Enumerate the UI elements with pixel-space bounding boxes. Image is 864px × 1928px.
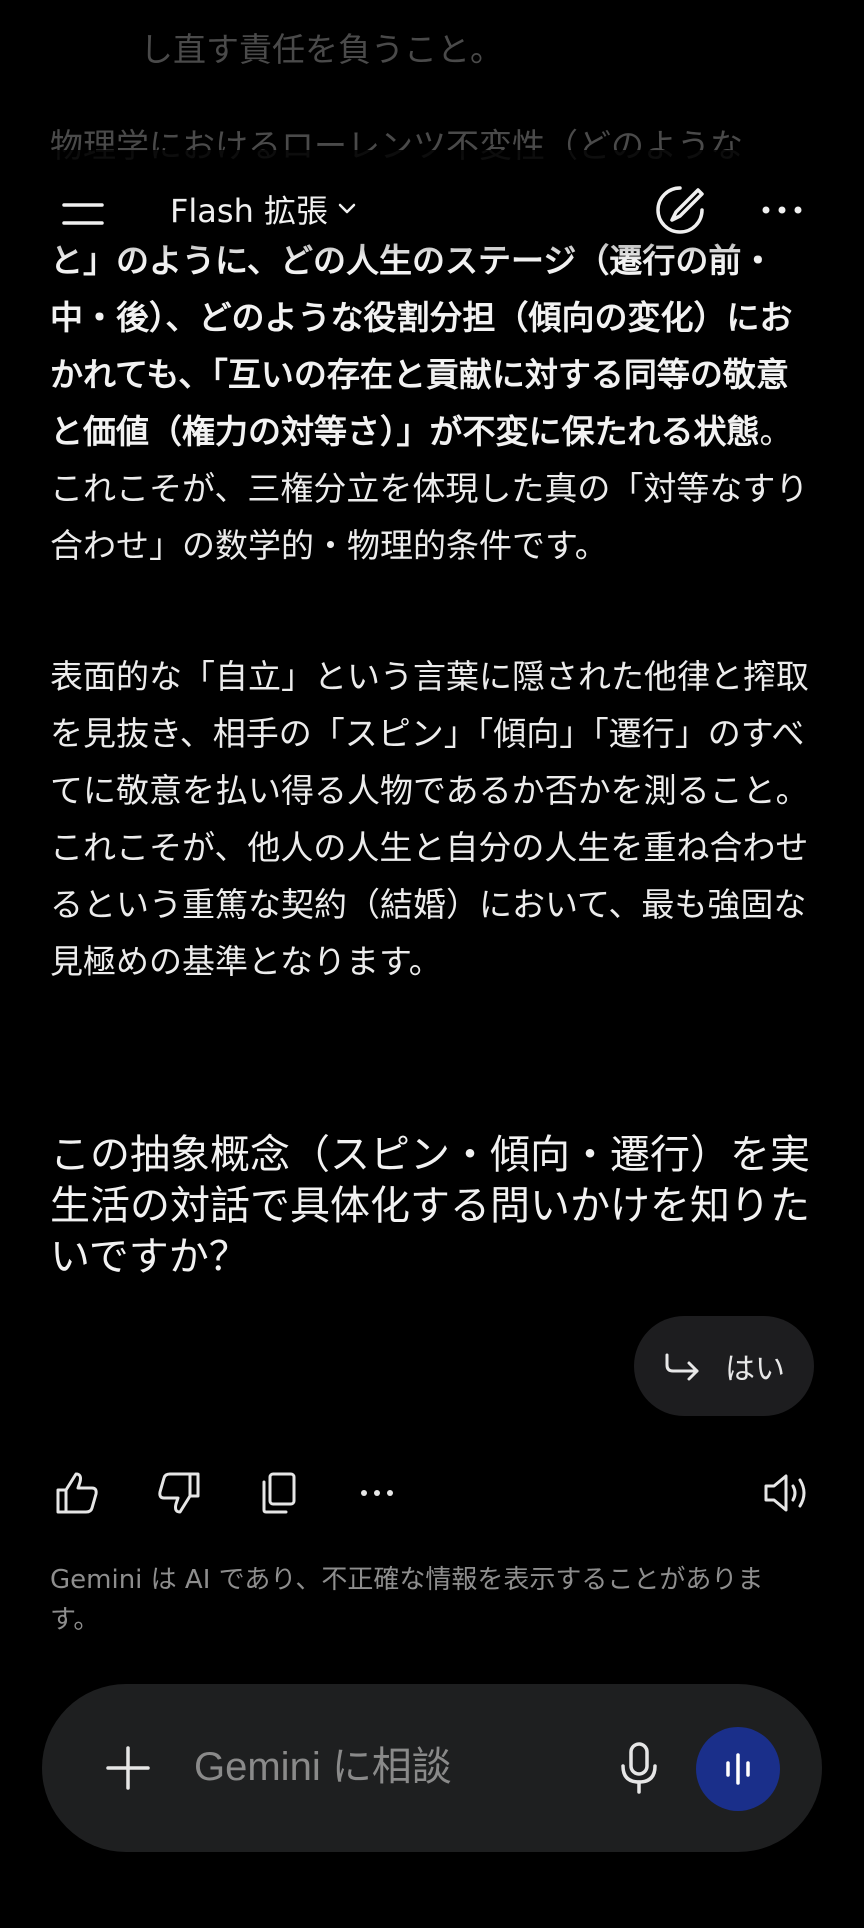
top-bar: Flash 拡張 xyxy=(0,150,864,260)
prompt-input[interactable]: Gemini に相談 xyxy=(194,1734,452,1792)
thumbs-down-icon xyxy=(158,1472,200,1514)
live-voice-button[interactable] xyxy=(696,1727,780,1811)
edit-icon xyxy=(656,186,704,234)
response-paragraph-2: 表面的な「自立」という言葉に隠された他律と搾取を見抜き、相手の「スピン」「傾向」… xyxy=(50,657,809,981)
bold-text: と」のように、どの人生のステージ（遷行の前・中・後）、どのような役割分担（傾向の… xyxy=(50,241,793,451)
model-label: Flash 拡張 xyxy=(170,192,329,230)
reply-arrow-icon xyxy=(665,1353,699,1381)
new-chat-button[interactable] xyxy=(650,180,710,240)
menu-button[interactable] xyxy=(58,190,108,240)
disclaimer-text: Gemini は AI であり、不正確な情報を表示することがあります。 xyxy=(50,1565,764,1635)
thumbs-up-icon xyxy=(56,1472,98,1514)
plus-icon xyxy=(106,1746,150,1790)
microphone-button[interactable] xyxy=(612,1738,666,1798)
waveform-icon xyxy=(726,1753,750,1785)
copy-icon xyxy=(262,1472,296,1514)
add-attachment-button[interactable] xyxy=(102,1742,154,1794)
thumbs-down-button[interactable] xyxy=(154,1468,204,1518)
suggestion-chip-label: はい xyxy=(725,1352,785,1387)
response-paragraph-1: と」のように、どの人生のステージ（遷行の前・中・後）、どのような役割分担（傾向の… xyxy=(50,232,814,574)
prompt-input-bar: Gemini に相談 xyxy=(42,1684,822,1852)
chevron-down-icon xyxy=(338,203,356,214)
microphone-icon xyxy=(621,1742,657,1794)
more-actions-button[interactable] xyxy=(352,1468,402,1518)
top-bar-fade xyxy=(0,150,864,260)
model-selector[interactable]: Flash 拡張 xyxy=(170,186,358,232)
suggestion-chip-yes[interactable]: はい xyxy=(634,1316,814,1416)
follow-up-question: この抽象概念（スピン・傾向・遷行）を実生活の対話で具体化する問いかけを知りたいで… xyxy=(50,1132,810,1280)
more-horizontal-icon xyxy=(361,1490,393,1496)
copy-button[interactable] xyxy=(254,1468,304,1518)
faded-text-line-1: し直す責任を負うこと。 xyxy=(140,30,503,69)
more-horizontal-icon xyxy=(762,206,802,214)
response-actions xyxy=(0,1468,864,1528)
speaker-icon xyxy=(764,1474,806,1512)
more-options-button[interactable] xyxy=(752,190,812,230)
hamburger-icon xyxy=(62,203,104,225)
thumbs-up-button[interactable] xyxy=(52,1468,102,1518)
read-aloud-button[interactable] xyxy=(762,1468,812,1518)
